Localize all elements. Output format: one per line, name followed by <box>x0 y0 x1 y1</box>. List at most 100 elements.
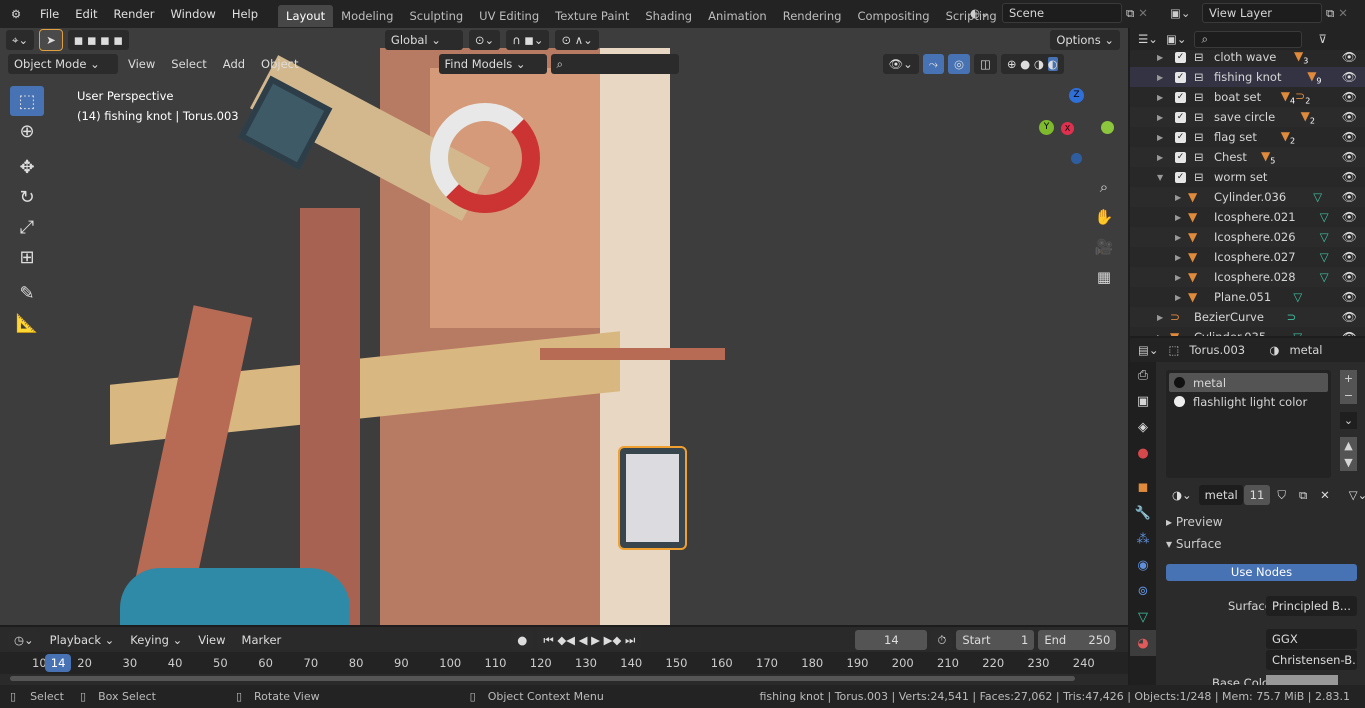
expand-arrow-icon[interactable]: ▶ <box>1175 233 1181 242</box>
menu-select[interactable]: Select <box>165 54 212 74</box>
visibility-eye-icon[interactable]: 👁 <box>1342 70 1357 84</box>
expand-arrow-icon[interactable]: ▶ <box>1157 313 1163 322</box>
snap-icon[interactable]: ∩ ◼⌄ <box>506 30 550 50</box>
view-layer-icon[interactable]: ▣⌄ <box>1170 6 1198 20</box>
menu-window[interactable]: Window <box>162 0 223 28</box>
expand-arrow-icon[interactable]: ▶ <box>1157 113 1163 122</box>
remove-slot-button[interactable]: − <box>1340 387 1357 404</box>
material-name-field[interactable]: metal <box>1198 485 1243 505</box>
data-tab-icon[interactable]: ▽ <box>1130 604 1156 630</box>
zoom-icon[interactable]: ⌕ <box>1092 172 1116 202</box>
tab-layout[interactable]: Layout <box>278 5 334 27</box>
rotate-tool-icon[interactable]: ↻ <box>10 182 44 212</box>
outliner-row[interactable]: ▶ ▼ Cylinder.036 ▽ 👁 <box>1130 187 1365 207</box>
filter-icon[interactable]: ⊽ <box>1318 32 1326 46</box>
shading-modes[interactable]: ⊕ ● ◑ ◐ <box>1000 54 1064 74</box>
menu-help[interactable]: Help <box>224 0 266 28</box>
visibility-eye-icon[interactable]: 👁 <box>1342 210 1357 224</box>
outliner-row[interactable]: ▶ ✓ ⊟ fishing knot ▼9 👁 <box>1130 67 1365 87</box>
visibility-eye-icon[interactable]: 👁 <box>1342 250 1357 264</box>
tab-sculpting[interactable]: Sculpting <box>401 5 471 27</box>
move-tool-icon[interactable]: ✥ <box>10 152 44 182</box>
tab-texture-paint[interactable]: Texture Paint <box>547 5 637 27</box>
select-tool-icon[interactable]: ➤ <box>39 29 63 51</box>
visibility-eye-icon[interactable]: 👁 <box>1342 50 1357 64</box>
transform-tool-icon[interactable]: ⊞ <box>10 242 44 272</box>
delete-view-layer-icon[interactable]: ✕ <box>1338 6 1348 20</box>
tab-modeling[interactable]: Modeling <box>333 5 401 27</box>
outliner-row[interactable]: ▶ ▼ Icosphere.028 ▽ 👁 <box>1130 267 1365 287</box>
selection-mode-buttons[interactable]: ◼ ◼ ◼ ◼ <box>67 30 129 50</box>
outliner-row[interactable]: ▶ ✓ ⊟ flag set ▼2 👁 <box>1130 127 1365 147</box>
tab-animation[interactable]: Animation <box>700 5 775 27</box>
material-tab-icon[interactable]: ◕ <box>1130 630 1156 656</box>
exclude-checkbox[interactable]: ✓ <box>1175 91 1186 103</box>
expand-arrow-icon[interactable]: ▶ <box>1157 133 1163 142</box>
visibility-eye-icon[interactable]: 👁 <box>1342 290 1357 304</box>
expand-arrow-icon[interactable]: ▼ <box>1157 173 1163 182</box>
particles-tab-icon[interactable]: ⁂ <box>1130 526 1156 552</box>
record-button[interactable]: ● <box>511 629 534 650</box>
end-frame-field[interactable]: End 250 <box>1038 629 1117 650</box>
slot-flashlight[interactable]: flashlight light color <box>1169 392 1328 411</box>
pan-hand-icon[interactable]: ✋ <box>1092 202 1116 232</box>
filter-view-icon[interactable]: ▣⌄ <box>1166 32 1187 46</box>
visibility-eye-icon[interactable]: 👁 <box>1342 270 1357 284</box>
measure-tool-icon[interactable]: 📐 <box>10 308 44 338</box>
visibility-eye-icon[interactable]: 👁 <box>1342 230 1357 244</box>
xray-toggle-icon[interactable]: ◫ <box>974 54 997 74</box>
expand-arrow-icon[interactable]: ▶ <box>1175 273 1181 282</box>
camera-icon[interactable]: 🎥 <box>1092 232 1116 262</box>
menu-marker[interactable]: Marker <box>236 630 288 650</box>
mesh-data-icon[interactable]: ▽ <box>1320 230 1329 244</box>
ortho-grid-icon[interactable]: ▦ <box>1092 262 1116 292</box>
outliner-row[interactable]: ▶ ▼ Icosphere.027 ▽ 👁 <box>1130 247 1365 267</box>
frame-ruler[interactable]: 10 20 30 40 50 60 70 80 90 100 110 120 130 140 150 160 1… <box>0 652 1128 674</box>
slot-metal[interactable]: metal <box>1169 373 1328 392</box>
menu-add[interactable]: Add <box>217 54 251 74</box>
outliner-row[interactable]: ▶ ⊃ BezierCurve ⊃ 👁 <box>1130 307 1365 327</box>
current-frame-indicator[interactable]: 14 <box>45 654 72 672</box>
mesh-data-icon[interactable]: ▽ <box>1293 330 1302 336</box>
visibility-eye-icon[interactable]: 👁 <box>1342 90 1357 104</box>
view-layer-field[interactable]: View Layer <box>1202 3 1322 23</box>
timeline-scrollbar[interactable] <box>10 676 1075 681</box>
mesh-data-icon[interactable]: ▽ <box>1313 190 1322 204</box>
outliner-row[interactable]: ▶ ✓ ⊟ cloth wave ▼3 👁 <box>1130 47 1365 67</box>
scale-tool-icon[interactable]: ⤢ <box>10 212 44 242</box>
stopwatch-icon[interactable]: ⏱ <box>931 629 953 650</box>
modifier-tab-icon[interactable]: 🔧 <box>1130 500 1156 526</box>
exclude-checkbox[interactable]: ✓ <box>1175 111 1186 123</box>
new-scene-icon[interactable]: ⧉ <box>1126 6 1134 21</box>
proportional-edit-icon[interactable]: ⊙ ∧⌄ <box>555 30 599 50</box>
find-models-dropdown[interactable]: Find Models ⌄ <box>438 54 547 74</box>
expand-arrow-icon[interactable]: ▶ <box>1157 53 1163 62</box>
constraints-tab-icon[interactable]: ⊚ <box>1130 578 1156 604</box>
expand-arrow-icon[interactable]: ▶ <box>1157 73 1163 82</box>
physics-tab-icon[interactable]: ◉ <box>1130 552 1156 578</box>
world-tab-icon[interactable]: ● <box>1130 440 1156 466</box>
outliner-row[interactable]: ▶ ▼ Plane.051 ▽ 👁 <box>1130 287 1365 307</box>
fake-user-icon[interactable]: ⛉ <box>1271 485 1292 505</box>
subsurface-method-dropdown[interactable]: Christensen-B... <box>1266 650 1357 670</box>
axis-x[interactable]: X <box>1061 122 1074 135</box>
3d-viewport[interactable]: ⌖⌄ ➤ ◼ ◼ ◼ ◼ Global ⌄ ⊙⌄ ∩ ◼⌄ ⊙ ∧⌄ Optio… <box>0 28 1128 625</box>
options-dropdown[interactable]: Options ⌄ <box>1050 30 1120 50</box>
outliner-row[interactable]: ▶ ▼ Cylinder.035 ▽ 👁 <box>1130 327 1365 336</box>
scene-icon[interactable]: ◐⌄ <box>970 6 998 20</box>
tab-rendering[interactable]: Rendering <box>775 5 850 27</box>
expand-arrow-icon[interactable]: ▶ <box>1157 153 1163 162</box>
base-color-swatch[interactable] <box>1266 675 1338 685</box>
cursor-tool-icon[interactable]: ⊕ <box>10 116 44 146</box>
surface-panel[interactable]: ▾ Surface <box>1166 537 1222 551</box>
expand-arrow-icon[interactable]: ▶ <box>1157 333 1163 337</box>
visibility-eye-icon[interactable]: 👁 <box>1342 170 1357 184</box>
menu-keying[interactable]: Keying ⌄ <box>124 630 188 650</box>
mesh-data-icon[interactable]: ▽ <box>1293 290 1302 304</box>
mode-dropdown[interactable]: Object Mode ⌄ <box>8 54 118 74</box>
visibility-eye-icon[interactable]: 👁 <box>1342 310 1357 324</box>
tab-shading[interactable]: Shading <box>637 5 700 27</box>
menu-file[interactable]: File <box>32 0 67 28</box>
menu-render[interactable]: Render <box>106 0 163 28</box>
exclude-checkbox[interactable]: ✓ <box>1175 51 1186 63</box>
